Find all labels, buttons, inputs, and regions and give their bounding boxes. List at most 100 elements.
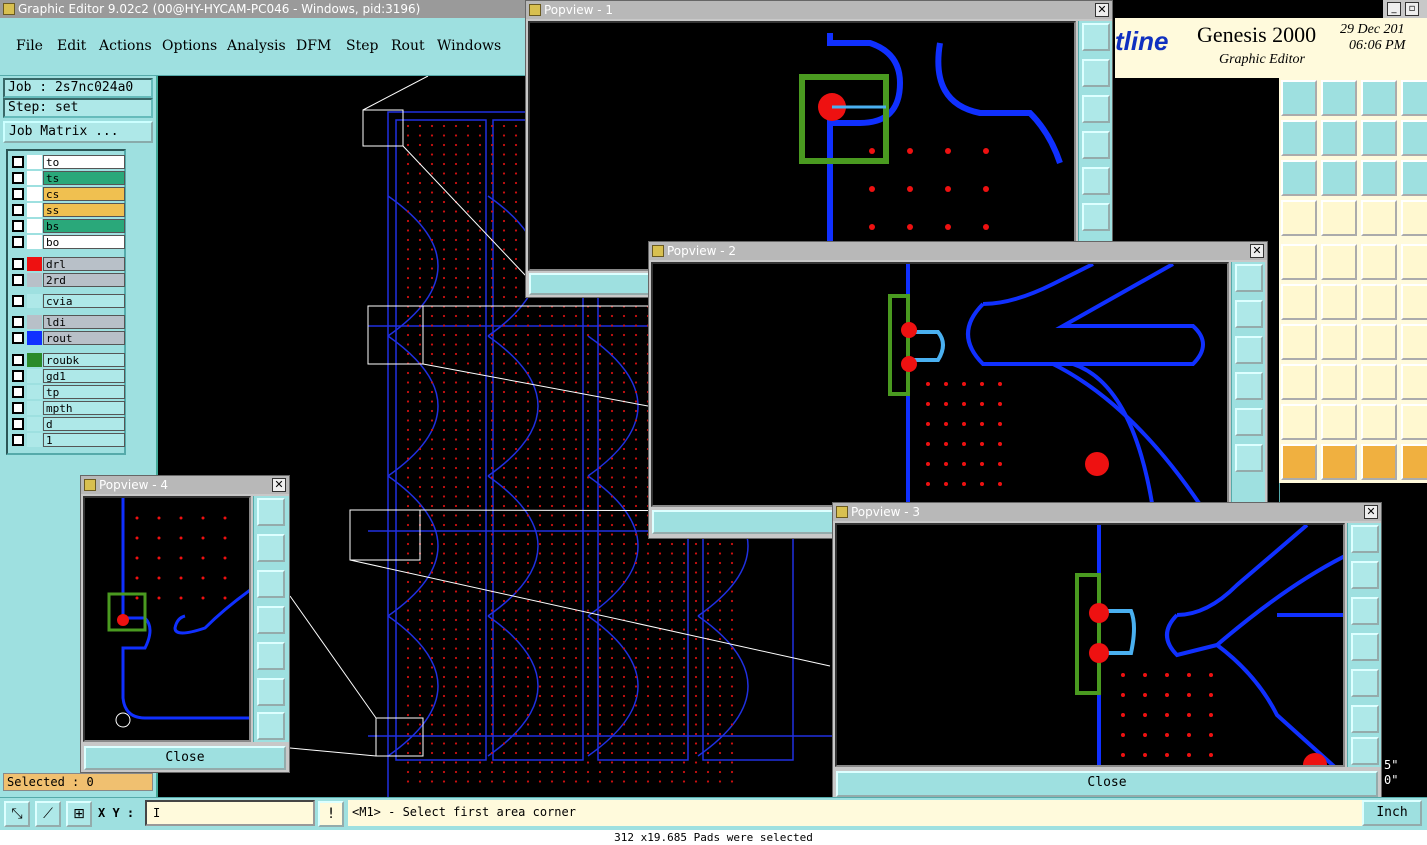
pan-down-icon[interactable] — [1235, 336, 1263, 364]
pointer3-icon[interactable] — [1361, 444, 1397, 480]
menu-step[interactable]: Step — [346, 38, 378, 54]
window-title-bar[interactable]: Graphic Editor 9.02c2 (00@HY-HYCAM-PC046… — [0, 0, 525, 18]
arc-icon[interactable] — [1361, 284, 1397, 320]
layer-checkbox[interactable] — [12, 204, 24, 216]
slash-icon[interactable] — [1321, 324, 1357, 360]
minimize-icon[interactable]: _ — [1387, 2, 1401, 16]
layer-row-bo[interactable]: bo — [10, 235, 126, 249]
cross-icon[interactable] — [1321, 284, 1357, 320]
node-icon[interactable] — [1281, 284, 1317, 320]
layer-checkbox[interactable] — [12, 354, 24, 366]
home-icon[interactable] — [1281, 80, 1317, 116]
menu-analysis[interactable]: Analysis — [227, 38, 286, 54]
help-icon[interactable] — [1401, 160, 1427, 196]
popview-2-titlebar[interactable]: Popview - 2 — [649, 242, 1267, 260]
layer-checkbox[interactable] — [12, 386, 24, 398]
pad-icon[interactable] — [1281, 244, 1317, 280]
right-icon[interactable] — [1321, 120, 1357, 156]
fit-icon[interactable] — [257, 678, 285, 706]
layer-row-bs[interactable]: bs — [10, 219, 126, 233]
center-icon[interactable] — [257, 712, 285, 740]
ratio-icon[interactable] — [1401, 120, 1427, 156]
pan-up-icon[interactable] — [1351, 561, 1379, 589]
center-icon[interactable] — [1321, 160, 1357, 196]
layer-checkbox[interactable] — [12, 332, 24, 344]
layer-row-cvia[interactable]: cvia — [10, 294, 126, 308]
popview-1-titlebar[interactable]: Popview - 1 — [526, 1, 1112, 19]
layer-checkbox[interactable] — [12, 418, 24, 430]
line-icon[interactable] — [1321, 244, 1357, 280]
layer-checkbox[interactable] — [12, 316, 24, 328]
center-icon[interactable] — [1351, 737, 1379, 765]
pan-down-icon[interactable] — [1082, 95, 1110, 123]
save-icon[interactable] — [1321, 80, 1357, 116]
layer-checkbox[interactable] — [12, 402, 24, 414]
split-icon[interactable] — [1361, 120, 1397, 156]
popview-4-canvas[interactable] — [83, 496, 251, 742]
menu-windows[interactable]: Windows — [437, 38, 501, 54]
menu-actions[interactable]: Actions — [99, 38, 152, 54]
pan-right-icon[interactable] — [1351, 669, 1379, 697]
route-icon[interactable] — [1401, 200, 1427, 236]
pan-right-icon[interactable] — [257, 642, 285, 670]
layer-checkbox[interactable] — [12, 172, 24, 184]
layer-row-roubk[interactable]: roubk — [10, 353, 126, 367]
popview-4-close-button[interactable]: Close — [84, 746, 286, 770]
popview-4-titlebar[interactable]: Popview - 4 — [81, 476, 289, 494]
pointer2-icon[interactable] — [1321, 444, 1357, 480]
pan-right-icon[interactable] — [1235, 408, 1263, 436]
route2-icon[interactable] — [1401, 444, 1427, 480]
units-button[interactable]: Inch — [1362, 800, 1422, 826]
layer-row-cs[interactable]: cs — [10, 187, 126, 201]
cut-icon[interactable] — [1281, 200, 1317, 236]
pan-down-icon[interactable] — [1351, 597, 1379, 625]
layer-checkbox[interactable] — [12, 188, 24, 200]
menu-edit[interactable]: Edit — [57, 38, 86, 54]
pan-down-icon[interactable] — [257, 570, 285, 598]
menu-options[interactable]: Options — [162, 38, 217, 54]
pan-left-icon[interactable] — [257, 606, 285, 634]
popview-2-close-icon[interactable]: ✕ — [1250, 244, 1264, 258]
ruler-icon[interactable] — [1361, 244, 1397, 280]
minus-icon[interactable] — [1321, 364, 1357, 400]
alert-icon[interactable]: ! — [318, 801, 344, 827]
left-icon[interactable] — [1281, 120, 1317, 156]
layer-row-ts[interactable]: ts — [10, 171, 126, 185]
layer-row-2rd[interactable]: 2rd — [10, 273, 126, 287]
layer-checkbox[interactable] — [12, 295, 24, 307]
window-icon[interactable] — [1401, 80, 1427, 116]
popview-1-canvas[interactable] — [528, 21, 1076, 271]
grid-icon[interactable]: ⊞ — [66, 801, 92, 827]
popview-1-close-icon[interactable]: ✕ — [1095, 3, 1109, 17]
popview-3-close-icon[interactable]: ✕ — [1364, 505, 1378, 519]
rotate-icon[interactable] — [1361, 324, 1397, 360]
zoom-icon[interactable] — [1082, 23, 1110, 51]
house-icon[interactable] — [1361, 80, 1397, 116]
layer-checkbox[interactable] — [12, 236, 24, 248]
layer-row-ldi[interactable]: ldi — [10, 315, 126, 329]
pan-up-icon[interactable] — [257, 534, 285, 562]
fit-icon[interactable] — [1235, 444, 1263, 472]
layers-icon[interactable] — [1361, 200, 1397, 236]
flip-icon[interactable] — [1401, 324, 1427, 360]
layer-row-gd1[interactable]: gd1 — [10, 369, 126, 383]
popview-3-titlebar[interactable]: Popview - 3 — [833, 503, 1381, 521]
layer-row-rout[interactable]: rout — [10, 331, 126, 345]
angle-icon[interactable] — [1281, 324, 1317, 360]
popview-3-canvas[interactable] — [835, 523, 1345, 767]
job-matrix-button[interactable]: Job Matrix ... — [3, 121, 153, 143]
fit-icon[interactable] — [1281, 160, 1317, 196]
zoom-icon[interactable] — [257, 498, 285, 526]
fit-icon[interactable] — [1082, 203, 1110, 231]
pad2-icon[interactable] — [1281, 364, 1317, 400]
popview-2-canvas[interactable] — [651, 262, 1229, 507]
pan-left-icon[interactable] — [1351, 633, 1379, 661]
layer-row-drl[interactable]: drl — [10, 257, 126, 271]
arch2-icon[interactable] — [1401, 404, 1427, 440]
link-icon[interactable] — [1401, 364, 1427, 400]
layer-row-mpth[interactable]: mpth — [10, 401, 126, 415]
measure-icon[interactable]: ⟋ — [35, 801, 61, 827]
xy-input[interactable]: I — [145, 800, 315, 826]
zoom-icon[interactable] — [1351, 525, 1379, 553]
layer-checkbox[interactable] — [12, 434, 24, 446]
